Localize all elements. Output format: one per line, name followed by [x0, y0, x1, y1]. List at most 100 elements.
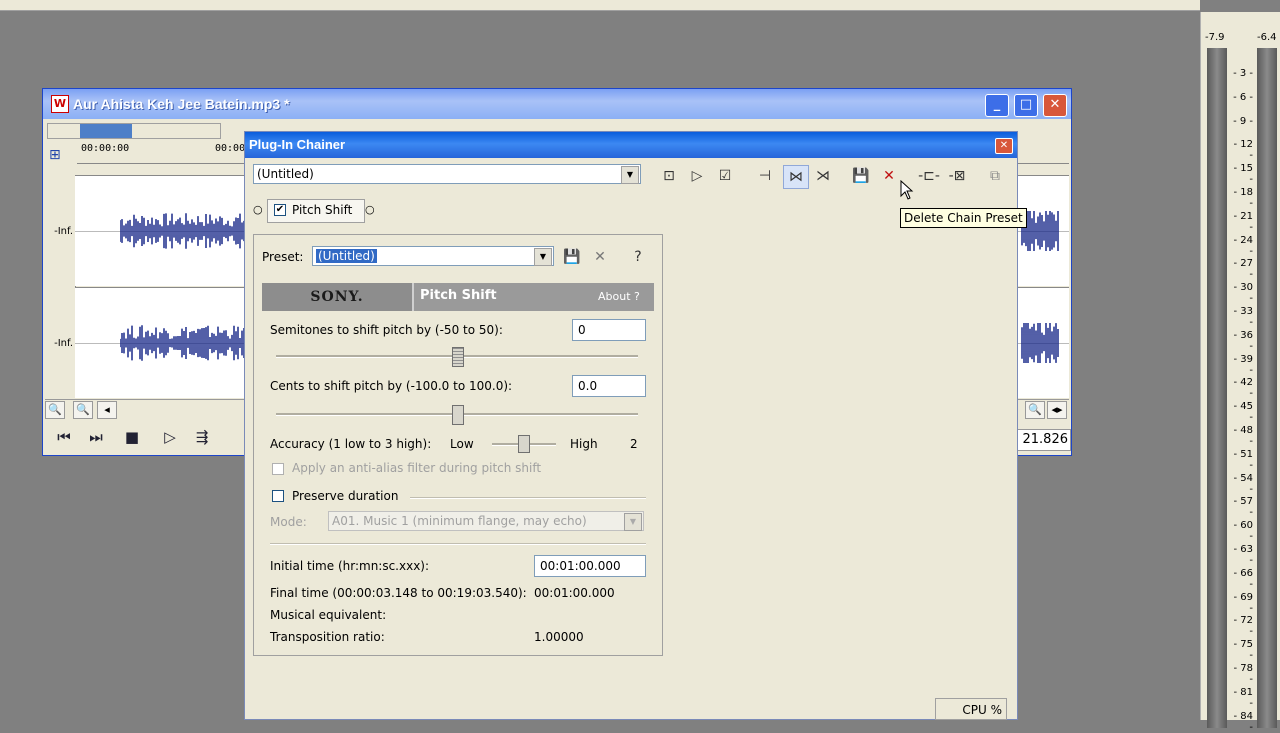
meter-bar-left: [1207, 48, 1227, 728]
plugin-settings-panel: Preset: (Untitled) ▼ 💾 ✕ ? SONY. Pitch S…: [253, 234, 663, 656]
play-looped-icon[interactable]: ⇶: [191, 427, 213, 447]
scroll-right-icon[interactable]: ◂▸: [1047, 401, 1067, 419]
level-meters: -7.9 -6.4 - 3 - - 6 - - 9 - - 12 -- 15 -- 1…: [1200, 12, 1280, 733]
musical-equivalent-label: Musical equivalent:: [270, 608, 387, 622]
preview-play-icon[interactable]: ▷: [685, 165, 709, 187]
chain-item-enable-checkbox[interactable]: ✔: [274, 204, 286, 216]
meter-tick-label: - 78 -: [1233, 663, 1253, 685]
close-button[interactable]: ✕: [1043, 94, 1067, 117]
cents-slider-thumb[interactable]: [452, 405, 464, 425]
chain-connector-icon: ○: [365, 203, 375, 216]
sound-forge-file-icon: W: [51, 95, 69, 113]
tooltip: Delete Chain Preset: [900, 208, 1027, 228]
overview-selection[interactable]: [80, 124, 132, 138]
mode-dropdown[interactable]: A01. Music 1 (minimum flange, may echo) …: [328, 511, 644, 531]
delete-preset-icon[interactable]: ✕: [588, 246, 612, 268]
chain-preset-dropdown[interactable]: (Untitled) ▼: [253, 164, 641, 184]
minimize-button[interactable]: _: [985, 94, 1009, 117]
maximize-button[interactable]: □: [1014, 94, 1038, 117]
meter-tick-label: - 54 -: [1233, 472, 1253, 495]
chainer-titlebar[interactable]: Plug-In Chainer ✕: [245, 132, 1017, 158]
meter-tick-label: - 24 -: [1233, 234, 1253, 257]
scroll-left-icon[interactable]: ◂: [97, 401, 117, 419]
remove-effect-icon[interactable]: -⊠: [945, 165, 969, 187]
ruler-tag-icon[interactable]: ⊞: [49, 147, 75, 167]
meter-tick-label: - 51 -: [1233, 448, 1253, 471]
app-toolbar: [0, 0, 1200, 11]
mode-label: Mode:: [270, 515, 307, 529]
meter-bar-right: [1257, 48, 1277, 728]
plugin-preset-value: (Untitled): [316, 249, 377, 263]
accuracy-value: 2: [630, 437, 638, 451]
zoom-out-icon[interactable]: 🔍: [73, 401, 93, 419]
add-plugin-icon[interactable]: ⊣: [753, 165, 777, 187]
semitones-input[interactable]: 0: [572, 319, 646, 341]
wave-window-title: Aur Ahista Keh Jee Batein.mp3 *: [73, 96, 290, 112]
chain-item-box[interactable]: ✔ Pitch Shift: [267, 199, 365, 223]
meter-tick-label: - 84 -: [1233, 710, 1253, 733]
cents-input[interactable]: 0.0: [572, 375, 646, 397]
meter-tick-label: - 6 -: [1233, 91, 1253, 103]
about-link[interactable]: About ?: [598, 290, 640, 303]
meter-tick-label: - 72 -: [1233, 615, 1253, 638]
mode-value: A01. Music 1 (minimum flange, may echo): [332, 514, 587, 528]
remove-plugin-icon[interactable]: ⋊: [811, 165, 835, 187]
final-time-value: 00:01:00.000: [534, 586, 615, 600]
initial-time-label: Initial time (hr:mn:sc.xxx):: [270, 559, 430, 573]
track-level-panel: [45, 175, 76, 397]
meter-tick-label: - 21 -: [1233, 210, 1253, 233]
delete-chain-preset-icon[interactable]: ✕: [877, 165, 901, 187]
peak-left-readout: -7.9: [1205, 32, 1225, 43]
chevron-down-icon[interactable]: ▼: [624, 513, 642, 531]
meter-tick-label: - 12 -: [1233, 139, 1253, 162]
time-readout: 21.826: [1015, 429, 1071, 451]
antialias-checkbox[interactable]: [272, 463, 284, 475]
initial-time-input[interactable]: 00:01:00.000: [534, 555, 646, 577]
envelope-icon[interactable]: ⧉: [983, 165, 1007, 187]
zoom-in-icon[interactable]: 🔍: [45, 401, 65, 419]
bypass-chain-icon[interactable]: ⊡: [657, 165, 681, 187]
meter-tick-label: - 45 -: [1233, 401, 1253, 424]
chain-item-label: Pitch Shift: [292, 203, 353, 217]
go-to-end-icon[interactable]: ⏭: [85, 427, 107, 447]
sony-logo: SONY.: [262, 283, 414, 311]
wave-window-titlebar[interactable]: W Aur Ahista Keh Jee Batein.mp3 * _ □ ✕: [43, 89, 1071, 119]
save-preset-icon[interactable]: 💾: [560, 246, 584, 268]
chain-item-pitch-shift[interactable]: ○ ✔ Pitch Shift ○: [253, 199, 375, 223]
preserve-duration-label: Preserve duration: [292, 489, 399, 503]
plugin-preset-dropdown[interactable]: (Untitled) ▼: [312, 246, 554, 266]
meter-tick-label: - 69 -: [1233, 591, 1253, 614]
channel-level-right: -Inf.: [54, 338, 73, 349]
insert-effect-icon[interactable]: -⊏-: [917, 165, 941, 187]
auto-preview-icon[interactable]: ☑: [713, 165, 737, 187]
meter-tick-label: - 39 -: [1233, 353, 1253, 376]
semitones-label: Semitones to shift pitch by (-50 to 50):: [270, 323, 503, 337]
cents-label: Cents to shift pitch by (-100.0 to 100.0…: [270, 379, 513, 393]
preserve-duration-checkbox[interactable]: [272, 490, 284, 502]
help-icon[interactable]: ?: [626, 246, 650, 268]
plugin-toggle-icon[interactable]: ⋈: [783, 165, 809, 189]
meter-tick-label: - 18 -: [1233, 187, 1253, 209]
meter-tick-label: - 48 -: [1233, 425, 1253, 447]
chevron-down-icon[interactable]: ▼: [534, 248, 552, 266]
accuracy-high-label: High: [570, 437, 598, 451]
accuracy-slider-thumb[interactable]: [518, 435, 530, 453]
mouse-cursor-icon: [900, 180, 914, 200]
accuracy-low-label: Low: [450, 437, 474, 451]
stop-icon[interactable]: ■: [121, 427, 143, 447]
meter-tick-label: - 27 -: [1233, 258, 1253, 281]
semitones-slider-thumb[interactable]: [452, 347, 464, 367]
play-icon[interactable]: ▷: [159, 427, 181, 447]
chainer-close-button[interactable]: ✕: [995, 138, 1013, 154]
save-chain-icon[interactable]: 💾: [849, 165, 873, 187]
plugin-name: Pitch Shift: [420, 288, 497, 303]
chevron-down-icon[interactable]: ▼: [621, 166, 639, 184]
zoom-icon-right[interactable]: 🔍: [1025, 401, 1045, 419]
meter-tick-label: - 30 -: [1233, 282, 1253, 305]
preset-label: Preset:: [262, 250, 304, 264]
go-to-start-icon[interactable]: ⏮: [53, 427, 75, 447]
meter-tick-label: - 81 -: [1233, 686, 1253, 709]
overview-bar[interactable]: [47, 123, 221, 139]
accuracy-label: Accuracy (1 low to 3 high):: [270, 437, 432, 451]
peak-right-readout: -6.4: [1257, 32, 1277, 43]
